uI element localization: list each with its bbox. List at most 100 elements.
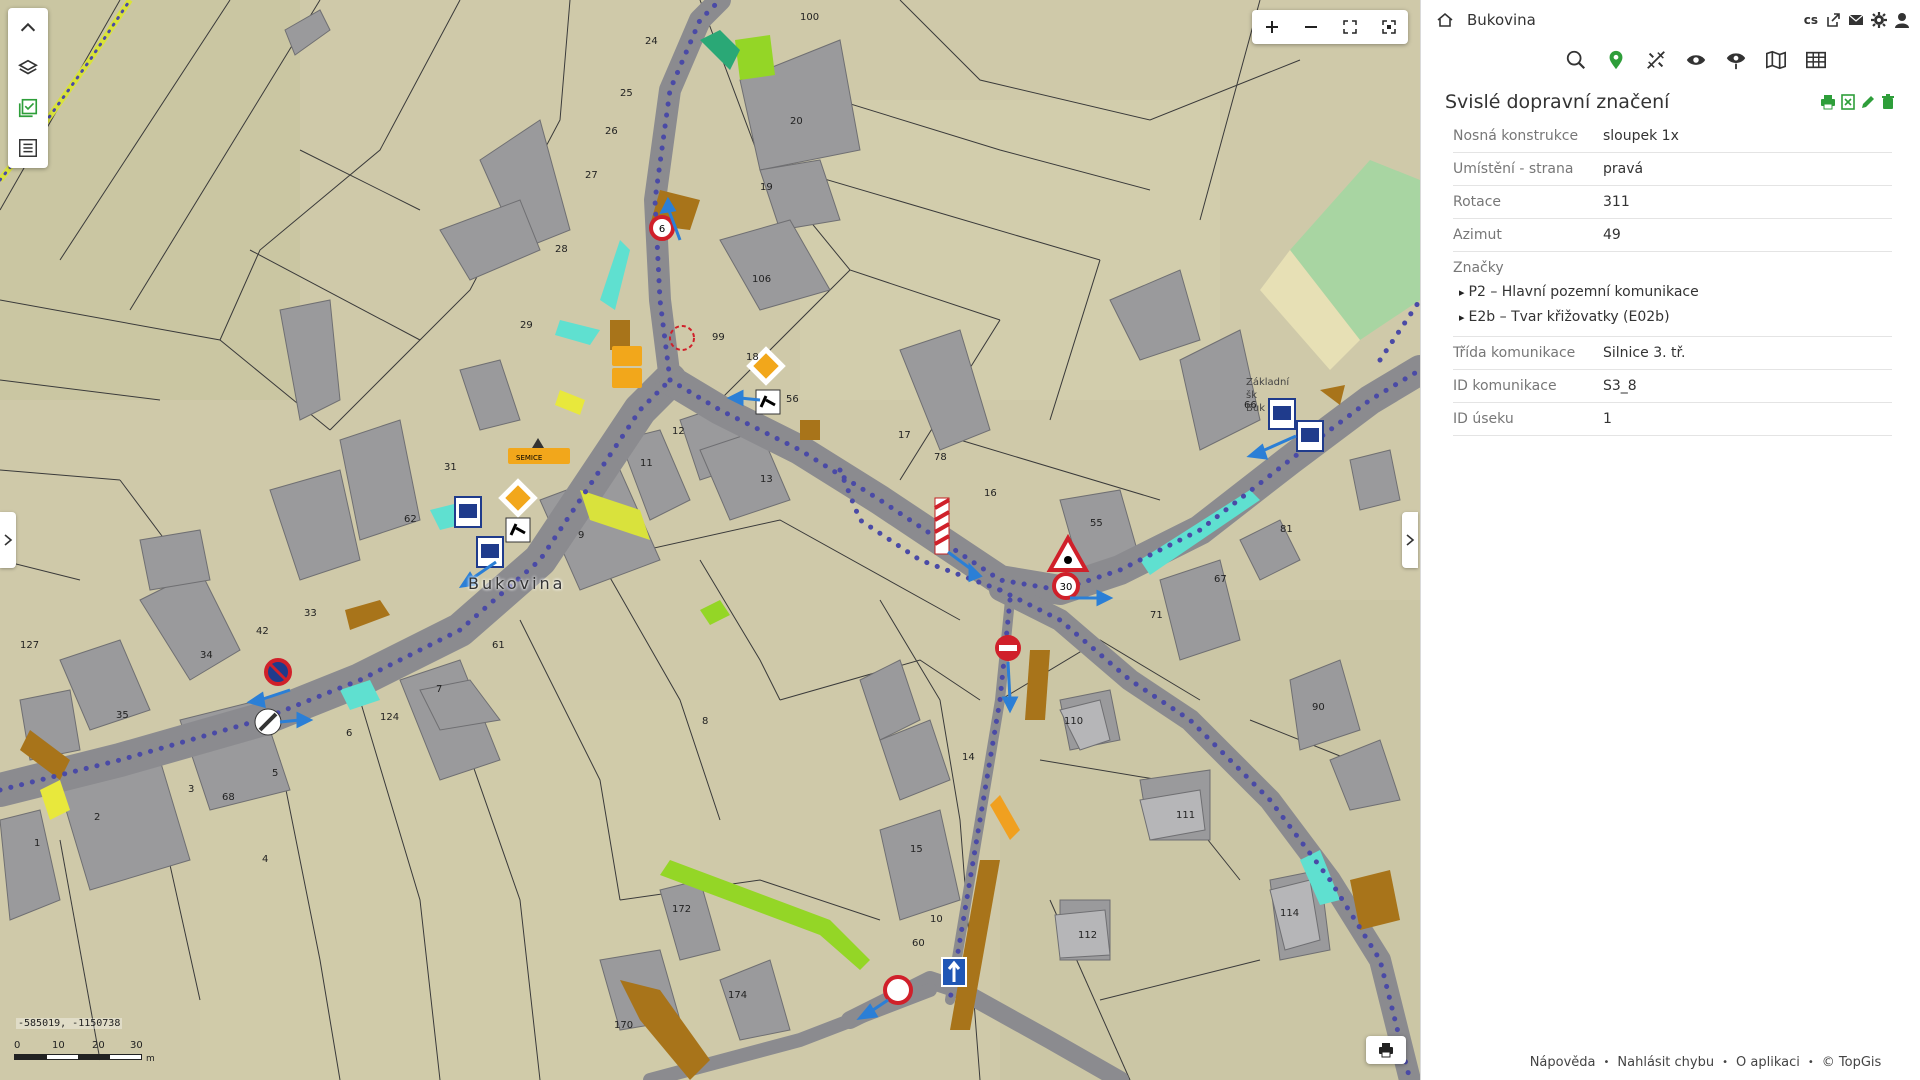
attribute-key: Nosná konstrukce xyxy=(1453,128,1579,144)
pencil-icon[interactable] xyxy=(1860,94,1876,110)
language-switch[interactable]: cs xyxy=(1804,13,1818,27)
attribute-value: 1 xyxy=(1603,411,1612,427)
svg-text:106: 106 xyxy=(752,274,771,285)
svg-text:78: 78 xyxy=(934,452,947,463)
scale-label: 30 xyxy=(130,1040,143,1051)
search-tool[interactable] xyxy=(1564,48,1588,72)
attribute-value: 311 xyxy=(1603,194,1630,210)
svg-text:62: 62 xyxy=(404,514,417,525)
street-view-tool[interactable] xyxy=(1724,48,1748,72)
eye-pin-icon xyxy=(1726,53,1745,70)
collapse-toolbar-button[interactable] xyxy=(8,8,48,48)
visibility-tool[interactable] xyxy=(1684,48,1708,72)
collapse-right-panel-button[interactable] xyxy=(1402,512,1418,568)
table-tool[interactable] xyxy=(1804,48,1828,72)
svg-text:6: 6 xyxy=(346,728,352,739)
scale-label: 0 xyxy=(14,1040,21,1051)
print-icon[interactable] xyxy=(1820,94,1836,110)
svg-text:13: 13 xyxy=(760,474,773,485)
home-icon[interactable] xyxy=(1437,12,1453,28)
signs-row: Značky P2 – Hlavní pozemní komunikace E2… xyxy=(1453,252,1892,337)
copyright-link[interactable]: © TopGis xyxy=(1822,1055,1882,1070)
svg-text:174: 174 xyxy=(728,990,747,1001)
svg-text:11: 11 xyxy=(640,458,653,469)
svg-text:127: 127 xyxy=(20,640,39,651)
map-left-toolbar xyxy=(8,8,48,168)
attribute-row: Umístění - strana pravá xyxy=(1453,153,1892,186)
scale-label: 10 xyxy=(52,1040,65,1051)
svg-text:99: 99 xyxy=(712,332,725,343)
attribute-row: Rotace 311 xyxy=(1453,186,1892,219)
sign-list-item[interactable]: P2 – Hlavní pozemní komunikace xyxy=(1453,280,1892,305)
plus-icon xyxy=(1265,21,1278,33)
svg-text:61: 61 xyxy=(492,640,505,651)
svg-text:33: 33 xyxy=(304,608,317,619)
legend-button[interactable] xyxy=(8,88,48,128)
svg-text:68: 68 xyxy=(222,792,235,803)
zoom-out-button[interactable] xyxy=(1291,10,1330,44)
attribute-row: Třída komunikace Silnice 3. tř. xyxy=(1453,337,1892,370)
report-error-link[interactable]: Nahlásit chybu xyxy=(1617,1055,1714,1070)
attribute-key: Třída komunikace xyxy=(1453,345,1576,361)
layers-button[interactable] xyxy=(8,48,48,88)
svg-text:12: 12 xyxy=(672,426,685,437)
help-link[interactable]: Nápověda xyxy=(1530,1055,1596,1070)
sign-list-item[interactable]: E2b – Tvar křižovatky (E02b) xyxy=(1453,305,1892,330)
fullscreen-icon xyxy=(1381,20,1396,34)
table-icon xyxy=(1805,51,1826,69)
attribute-key: Značky xyxy=(1453,260,1504,276)
minus-icon xyxy=(1304,26,1317,28)
svg-text:27: 27 xyxy=(585,170,598,181)
folded-map-icon xyxy=(1765,50,1786,70)
svg-text:1: 1 xyxy=(34,838,40,849)
attribute-value: Silnice 3. tř. xyxy=(1603,345,1686,361)
school-label: Základní šk Buk xyxy=(1246,377,1290,414)
svg-text:170: 170 xyxy=(614,1020,633,1031)
attribute-table-button[interactable] xyxy=(8,128,48,168)
expand-left-panel-button[interactable] xyxy=(0,512,16,568)
attribute-value: 49 xyxy=(1603,227,1621,243)
scale-bar: 0 10 20 30 m xyxy=(14,1040,155,1070)
map-print-button[interactable] xyxy=(1366,1036,1406,1064)
svg-text:26: 26 xyxy=(605,126,618,137)
attribute-value: S3_8 xyxy=(1603,378,1637,394)
chevron-right-icon xyxy=(1406,534,1415,546)
map-canvas[interactable]: 6 SEMICE 30 1002425 262728 292019 106991… xyxy=(0,0,1420,1080)
checklist-icon xyxy=(18,98,38,118)
svg-text:9: 9 xyxy=(578,530,584,541)
full-extent-button[interactable] xyxy=(1330,10,1369,44)
excel-export-icon[interactable] xyxy=(1840,94,1856,110)
chevron-right-icon xyxy=(4,534,13,546)
search-icon xyxy=(1566,50,1585,70)
trash-icon[interactable] xyxy=(1880,94,1896,110)
svg-text:2: 2 xyxy=(94,812,100,823)
expand-icon xyxy=(1342,20,1357,34)
map-tool[interactable] xyxy=(1764,48,1788,72)
user-icon[interactable] xyxy=(1894,12,1910,28)
mail-icon[interactable] xyxy=(1848,12,1864,28)
chevron-up-icon xyxy=(20,22,36,32)
about-link[interactable]: O aplikaci xyxy=(1736,1055,1800,1070)
svg-text:55: 55 xyxy=(1090,518,1103,529)
svg-text:8: 8 xyxy=(702,716,708,727)
fullscreen-button[interactable] xyxy=(1369,10,1408,44)
panel-toolbar xyxy=(1421,40,1920,80)
svg-text:60: 60 xyxy=(912,938,925,949)
zoom-in-button[interactable] xyxy=(1252,10,1291,44)
svg-text:172: 172 xyxy=(672,904,691,915)
measure-tool[interactable] xyxy=(1644,48,1668,72)
print-icon xyxy=(1379,1043,1393,1058)
cursor-coordinates: -585019, -1150738 xyxy=(16,1018,123,1029)
attribute-list: Nosná konstrukce sloupek 1x Umístění - s… xyxy=(1445,120,1896,436)
identify-tool[interactable] xyxy=(1604,48,1628,72)
gear-icon[interactable] xyxy=(1871,12,1887,28)
svg-text:16: 16 xyxy=(984,488,997,499)
svg-text:25: 25 xyxy=(620,88,633,99)
map-view[interactable]: 6 SEMICE 30 100 24 25 26 27 28 29 20 19 … xyxy=(0,0,1420,1080)
share-icon[interactable] xyxy=(1825,12,1841,28)
svg-text:90: 90 xyxy=(1312,702,1325,713)
svg-text:31: 31 xyxy=(444,462,457,473)
svg-text:67: 67 xyxy=(1214,574,1227,585)
svg-text:17: 17 xyxy=(898,430,911,441)
svg-text:124: 124 xyxy=(380,712,399,723)
